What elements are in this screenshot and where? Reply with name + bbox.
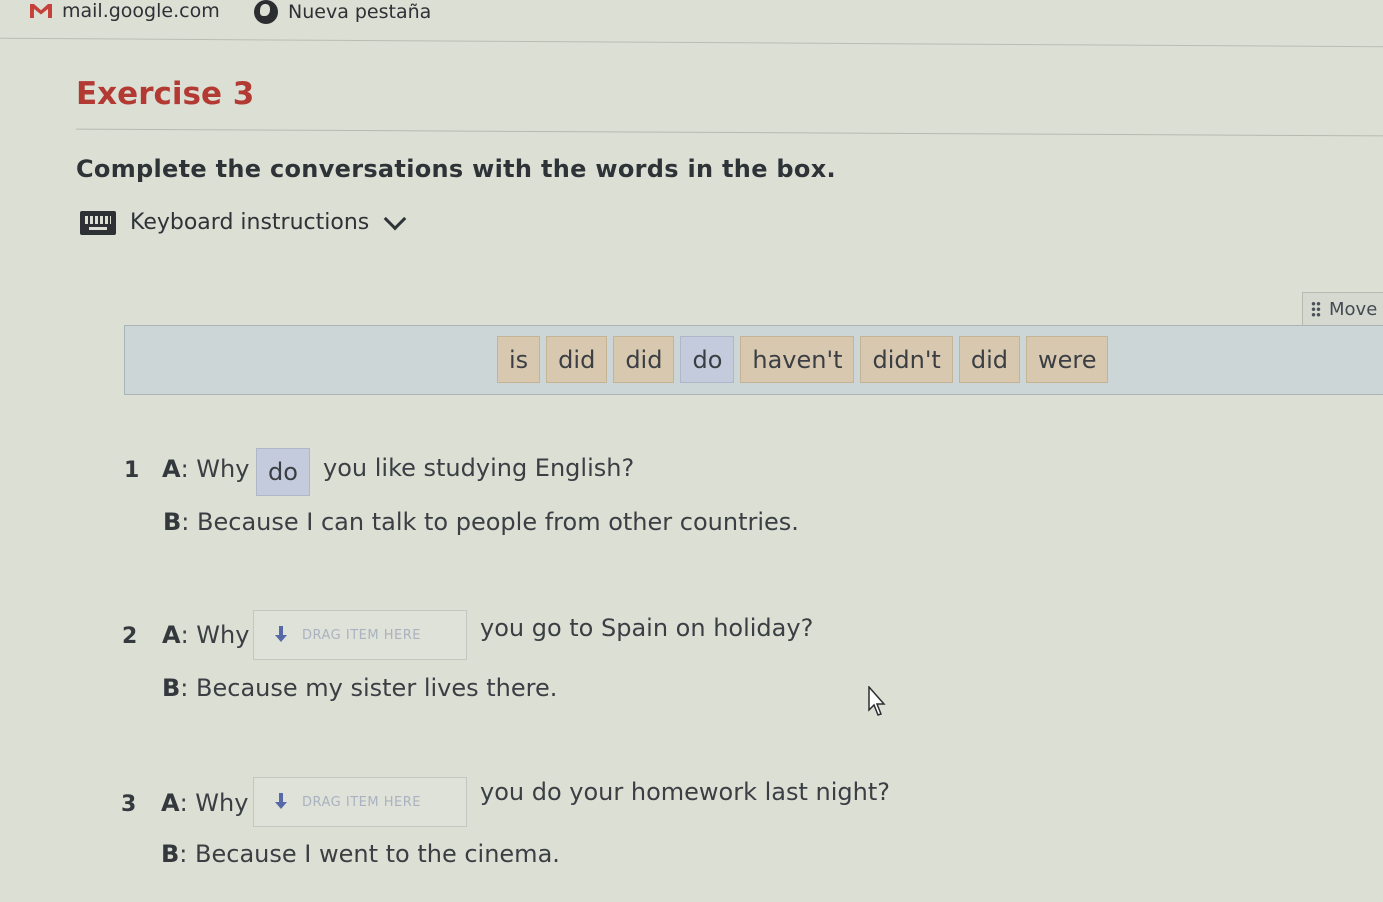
- arrow-down-icon: [274, 626, 288, 644]
- speaker-b: B: [163, 508, 182, 536]
- speaker-a: A: [162, 455, 181, 483]
- chevron-down-icon: [383, 207, 407, 230]
- instruction-text: Complete the conversations with the word…: [76, 155, 836, 183]
- tab-gmail-label: mail.google.com: [62, 0, 220, 22]
- question-2-b: B: Because my sister lives there.: [162, 674, 557, 702]
- tab-new-tab-label: Nueva pestaña: [288, 1, 432, 23]
- word-chip[interactable]: is: [497, 336, 541, 383]
- gmail-icon: [30, 4, 52, 18]
- question-text: you go to Spain on holiday?: [480, 614, 814, 642]
- question-2-a-start: A: Why: [162, 621, 249, 649]
- divider: [0, 37, 1383, 48]
- drop-zone-label: DRAG ITEM HERE: [302, 794, 421, 810]
- move-label: Move: [1329, 298, 1378, 320]
- question-number: 3: [121, 792, 137, 817]
- keyboard-instructions-label: Keyboard instructions: [130, 210, 370, 235]
- speaker-b: B: [161, 840, 180, 868]
- keyboard-icon: [80, 210, 116, 235]
- browser-tab-bar: mail.google.com Nueva pestaña: [0, 0, 1383, 24]
- speaker-a: A: [161, 789, 180, 817]
- word-chip-used[interactable]: do: [680, 336, 735, 383]
- drop-zone[interactable]: DRAG ITEM HERE: [253, 610, 467, 660]
- answer-text: : Because I went to the cinema.: [179, 840, 560, 868]
- answer-slot-filled[interactable]: do: [256, 448, 310, 496]
- question-3-a-start: A: Why: [161, 789, 248, 817]
- tab-gmail[interactable]: mail.google.com: [30, 0, 220, 22]
- word-chip[interactable]: did: [958, 336, 1020, 383]
- keyboard-instructions-toggle[interactable]: Keyboard instructions: [80, 207, 407, 235]
- exercise-title: Exercise 3: [76, 76, 255, 112]
- speaker-b: B: [162, 674, 181, 702]
- question-text: : Why: [180, 621, 250, 649]
- arrow-down-icon: [274, 793, 288, 811]
- question-1-b: B: Because I can talk to people from oth…: [163, 508, 799, 536]
- speaker-a: A: [162, 621, 181, 649]
- question-text: : Why: [180, 455, 250, 483]
- question-3-b: B: Because I went to the cinema.: [161, 840, 560, 868]
- question-text: you like studying English?: [323, 454, 635, 482]
- drop-zone-label: DRAG ITEM HERE: [302, 627, 421, 643]
- word-chip[interactable]: didn't: [860, 336, 953, 383]
- divider: [76, 128, 1383, 137]
- answer-text: : Because I can talk to people from othe…: [181, 508, 799, 536]
- drag-dots-icon: [1311, 301, 1321, 317]
- word-bank-chips: is did did do haven't didn't did were: [497, 336, 1109, 383]
- question-1-a-start: A: Why: [162, 455, 249, 483]
- globe-icon: [254, 0, 278, 24]
- question-number: 2: [122, 624, 138, 649]
- word-chip[interactable]: did: [613, 336, 675, 383]
- tab-new-tab[interactable]: Nueva pestaña: [254, 0, 431, 24]
- answer-text: : Because my sister lives there.: [180, 674, 558, 702]
- move-handle[interactable]: Move: [1302, 292, 1383, 326]
- question-text: : Why: [179, 789, 249, 817]
- question-text: you do your homework last night?: [480, 778, 891, 806]
- drop-zone[interactable]: DRAG ITEM HERE: [253, 777, 467, 827]
- word-chip[interactable]: did: [546, 336, 608, 383]
- word-chip[interactable]: were: [1025, 336, 1109, 383]
- question-number: 1: [124, 458, 140, 483]
- mouse-cursor-icon: [868, 686, 886, 716]
- word-chip[interactable]: haven't: [740, 336, 855, 383]
